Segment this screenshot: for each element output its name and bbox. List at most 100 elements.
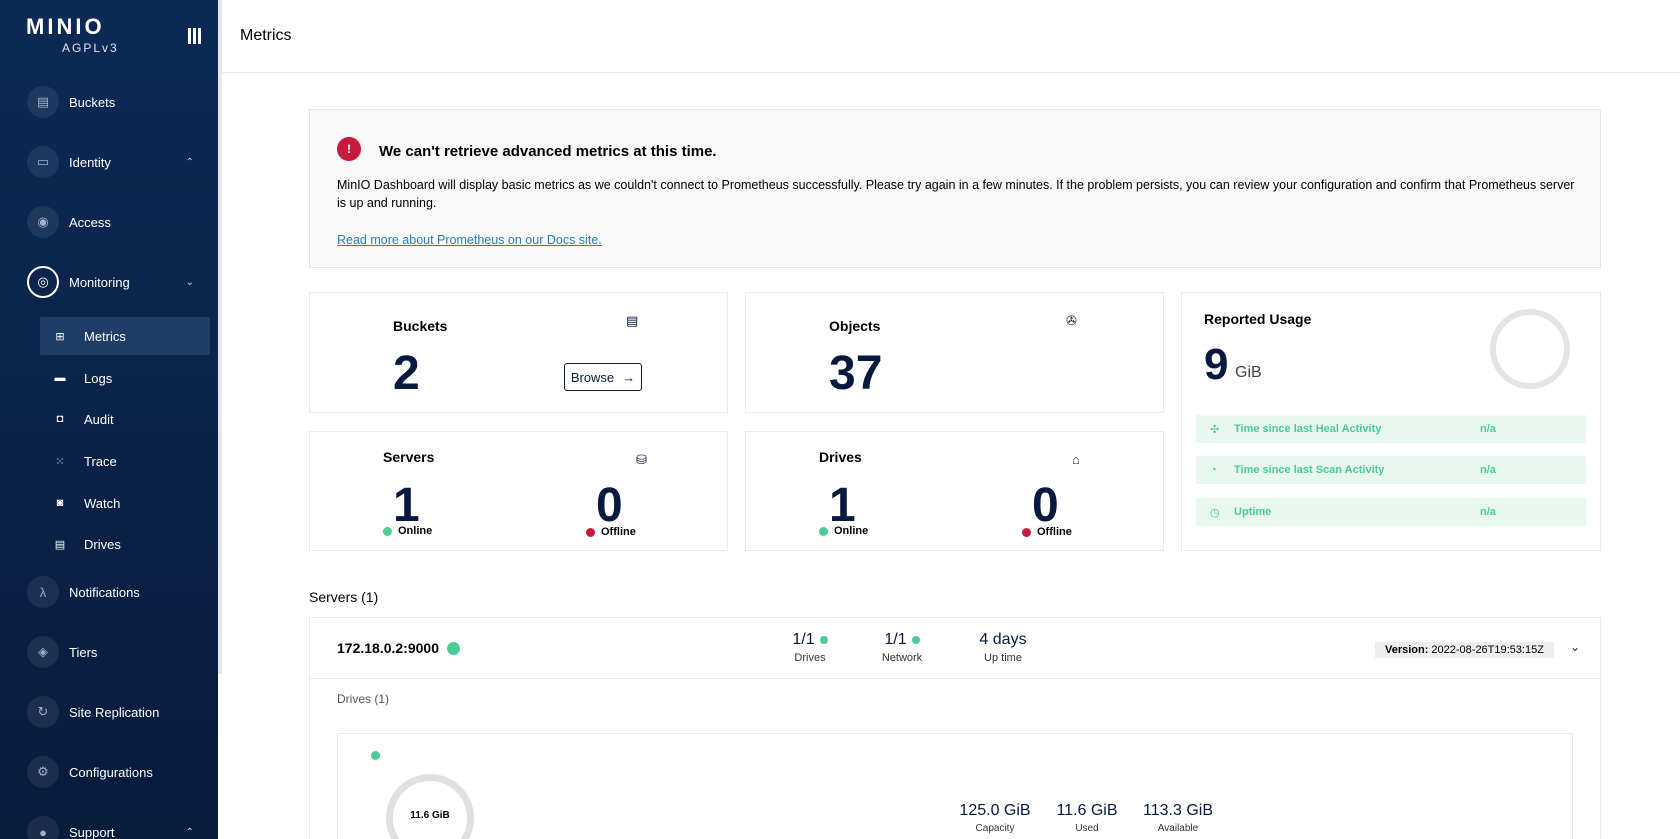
- logs-icon: ▬: [54, 372, 66, 384]
- lambda-icon: λ: [27, 576, 59, 608]
- scan-activity-row: ◔ Time since last Scan Activity n/a: [1196, 456, 1586, 484]
- servers-card: Servers ⛁ 1 Online 0 Offline: [309, 431, 728, 551]
- sidebar-item-support[interactable]: ● Support ⌃: [0, 812, 218, 839]
- uptime-value: n/a: [1480, 506, 1496, 518]
- servers-online-count: 1: [393, 479, 420, 532]
- sidebar-scrollbar[interactable]: [218, 0, 222, 674]
- server-row[interactable]: 172.18.0.2:9000 1/1 Drives 1/1 Network 4…: [309, 617, 1601, 679]
- heal-activity-value: n/a: [1480, 423, 1496, 435]
- scan-activity-label: Time since last Scan Activity: [1234, 464, 1385, 476]
- servers-online-status: Online: [383, 525, 432, 537]
- server-icon: ⛁: [636, 452, 647, 467]
- identity-icon: ▭: [27, 146, 59, 178]
- offline-dot-icon: [1022, 527, 1031, 537]
- sidebar-item-label: Notifications: [69, 584, 140, 600]
- server-uptime-value: 4 days: [979, 631, 1027, 648]
- sidebar-item-access[interactable]: ◉ Access: [0, 202, 218, 242]
- drive-usage-donut: [386, 774, 474, 839]
- sidebar: MINIO AGPLv3 ▤ Buckets ▭ Identity ⌃ ◉ Ac…: [0, 0, 218, 839]
- sidebar-subitem-label: Logs: [84, 370, 113, 386]
- chevron-down-icon[interactable]: ⌄: [1570, 640, 1580, 654]
- browse-button-label: Browse: [570, 369, 615, 385]
- drive-available-stat: 113.3 GiB Available: [1138, 802, 1218, 834]
- drive-capacity-stat: 125.0 GiB Capacity: [955, 802, 1035, 834]
- drives-status-dot-icon: [819, 636, 828, 644]
- server-details: Drives (1) 11.6 GiB 125.0 GiB Capacity 1…: [309, 678, 1601, 839]
- sidebar-item-notifications[interactable]: λ Notifications: [0, 572, 218, 612]
- server-drives-label: Drives: [794, 652, 826, 664]
- sidebar-subitem-watch[interactable]: ◙ Watch: [40, 484, 210, 522]
- drive-capacity-value: 125.0 GiB: [959, 802, 1031, 819]
- sidebar-subitem-label: Drives: [84, 536, 121, 552]
- drives-section-title: Drives (1): [337, 692, 390, 706]
- trace-icon: ⁙: [55, 455, 65, 468]
- sidebar-item-identity[interactable]: ▭ Identity ⌃: [0, 142, 218, 182]
- drive-status-dot-icon: [371, 751, 380, 760]
- sidebar-item-label: Buckets: [69, 94, 116, 110]
- watch-icon: ◙: [56, 497, 64, 509]
- sidebar-subitem-label: Trace: [84, 453, 117, 469]
- usage-value: 9: [1204, 340, 1229, 389]
- arrow-right-icon: →: [622, 369, 636, 385]
- buckets-card-title: Buckets: [393, 318, 448, 334]
- sidebar-item-label: Tiers: [69, 644, 98, 660]
- prometheus-docs-link[interactable]: Read more about Prometheus on our Docs s…: [337, 233, 602, 247]
- audit-icon: ◘: [56, 413, 64, 425]
- usage-donut: [1490, 309, 1570, 389]
- alert-body: MinIO Dashboard will display basic metri…: [337, 178, 1575, 210]
- sidebar-item-label: Support: [69, 824, 115, 839]
- drives-online-count: 1: [829, 479, 856, 532]
- servers-offline-count: 0: [596, 479, 623, 532]
- uptime-row: ◷ Uptime n/a: [1196, 498, 1586, 526]
- sidebar-collapse-button[interactable]: [188, 28, 204, 44]
- drive-capacity-label: Capacity: [975, 823, 1015, 834]
- server-endpoint: 172.18.0.2:9000: [337, 640, 460, 656]
- chevron-up-icon: ⌃: [185, 826, 194, 838]
- servers-section-title: Servers (1): [309, 589, 379, 605]
- server-drives-stat: 1/1 Drives: [780, 631, 840, 664]
- sidebar-item-site-replication[interactable]: ↻ Site Replication: [0, 692, 218, 732]
- online-dot-icon: [383, 526, 392, 536]
- heal-activity-row: ✣ Time since last Heal Activity n/a: [1196, 415, 1586, 443]
- sidebar-item-label: Monitoring: [69, 274, 130, 290]
- sidebar-item-label: Identity: [69, 154, 111, 170]
- drives-icon: ▤: [54, 538, 66, 551]
- sidebar-subitem-audit[interactable]: ◘ Audit: [40, 400, 210, 438]
- scan-icon: ◔: [1210, 464, 1217, 476]
- sidebar-item-buckets[interactable]: ▤ Buckets: [0, 82, 218, 122]
- brand-logo[interactable]: MINIO AGPLv3: [26, 14, 156, 55]
- support-icon: ●: [27, 816, 59, 839]
- sidebar-item-monitoring[interactable]: ◎ Monitoring ⌄: [0, 262, 218, 302]
- version-value: 2022-08-26T19:53:15Z: [1431, 644, 1544, 656]
- sidebar-subitem-trace[interactable]: ⁙ Trace: [40, 442, 210, 480]
- alert-title: We can't retrieve advanced metrics at th…: [379, 143, 717, 160]
- gear-icon: ⚙: [27, 756, 59, 788]
- sidebar-subitem-logs[interactable]: ▬ Logs: [40, 359, 210, 397]
- drives-offline-count: 0: [1032, 479, 1059, 532]
- prometheus-alert: ! We can't retrieve advanced metrics at …: [309, 109, 1601, 268]
- lock-icon: ◉: [27, 206, 59, 238]
- server-uptime-stat: 4 days Up time: [968, 631, 1038, 664]
- bucket-icon: ▤: [626, 313, 639, 328]
- metrics-icon: ⊞: [55, 330, 65, 343]
- heal-icon: ✣: [1210, 423, 1220, 436]
- server-network-label: Network: [881, 652, 923, 664]
- tiers-icon: ◈: [27, 636, 59, 668]
- drive-card: 11.6 GiB 125.0 GiB Capacity 11.6 GiB Use…: [337, 733, 1573, 839]
- buckets-count: 2: [393, 347, 420, 400]
- sidebar-item-configurations[interactable]: ⚙ Configurations: [0, 752, 218, 792]
- browse-button[interactable]: Browse →: [564, 363, 642, 391]
- usage-unit: GiB: [1235, 364, 1262, 381]
- server-network-value: 1/1: [884, 631, 907, 648]
- server-endpoint-label: 172.18.0.2:9000: [337, 640, 439, 656]
- objects-card-title: Objects: [829, 318, 881, 334]
- server-drives-value: 1/1: [792, 631, 815, 648]
- drives-online-status: Online: [819, 525, 868, 537]
- sidebar-subitem-metrics[interactable]: ⊞ Metrics: [40, 317, 210, 355]
- minio-logo: MINIO: [26, 14, 105, 39]
- objects-icon: ✇: [1066, 313, 1077, 328]
- sidebar-item-tiers[interactable]: ◈ Tiers: [0, 632, 218, 672]
- online-dot-icon: [819, 526, 828, 536]
- monitoring-icon: ◎: [27, 266, 59, 298]
- sidebar-subitem-drives[interactable]: ▤ Drives: [40, 525, 210, 563]
